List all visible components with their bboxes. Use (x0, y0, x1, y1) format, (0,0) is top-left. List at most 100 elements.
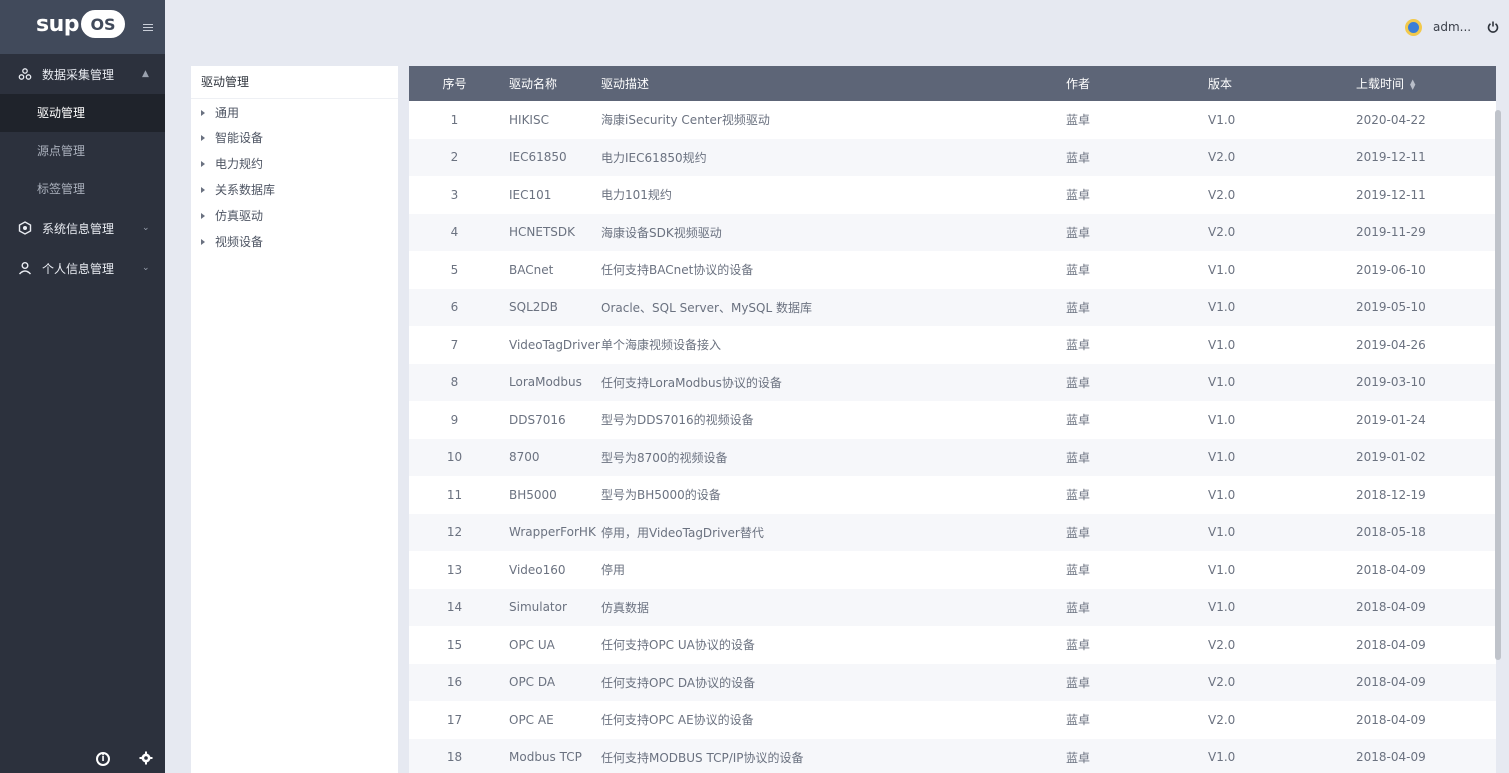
cell-description: 型号为DDS7016的视频设备 (601, 413, 754, 428)
cell-description: 型号为BH5000的设备 (601, 488, 721, 503)
table-row[interactable]: 16 OPC DA 任何支持OPC DA协议的设备 蓝卓 V2.0 2018-04-09 (409, 663, 1496, 701)
cell-index: 7 (450, 337, 459, 352)
table-row[interactable]: 12 WrapperForHK 停用，用VideoTagDriver替代 蓝卓 V1.0… (409, 513, 1496, 551)
cell-author: 蓝卓 (1066, 675, 1091, 690)
sidebar-item-source-management[interactable]: 源点管理 (0, 132, 165, 170)
tree-item[interactable]: 仿真驱动 (191, 203, 398, 229)
cell-author: 蓝卓 (1066, 713, 1091, 728)
logo-os: OS (81, 10, 126, 38)
cell-description: 任何支持LoraModbus协议的设备 (601, 375, 782, 390)
table-row[interactable]: 18 Modbus TCP 任何支持MODBUS TCP/IP协议的设备 蓝卓 V1.0… (409, 738, 1496, 773)
menu-group-data-collection[interactable]: 数据采集管理 ▲ (0, 54, 165, 94)
cell-version: V1.0 (1208, 562, 1236, 577)
cell-version: V1.0 (1208, 375, 1236, 390)
cell-author: 蓝卓 (1066, 225, 1091, 240)
tree-item[interactable]: 电力规约 (191, 151, 398, 177)
tree-item[interactable]: 通用 (191, 101, 398, 125)
sidebar-item-tag-management[interactable]: 标签管理 (0, 170, 165, 208)
caret-right-icon (201, 239, 205, 245)
tree-item-label: 智能设备 (215, 131, 264, 145)
menu-group-personal-info[interactable]: 个人信息管理 ⌄ (0, 248, 165, 288)
cell-author: 蓝卓 (1066, 488, 1091, 503)
chevron-down-icon: ⌄ (142, 223, 150, 233)
column-header-description: 驱动描述 (601, 77, 650, 91)
tree-item-label: 仿真驱动 (215, 209, 264, 223)
cell-author: 蓝卓 (1066, 413, 1091, 428)
cell-version: V1.0 (1208, 450, 1236, 465)
cell-author: 蓝卓 (1066, 450, 1091, 465)
table-row[interactable]: 10 8700 型号为8700的视频设备 蓝卓 V1.0 2019-01-02 (409, 438, 1496, 476)
table-row[interactable]: 6 SQL2DB Oracle、SQL Server、MySQL 数据库 蓝卓 V1.0… (409, 288, 1496, 326)
username[interactable]: adm... (1433, 20, 1471, 34)
cell-version: V2.0 (1208, 637, 1236, 652)
table-row[interactable]: 3 IEC101 电力101规约 蓝卓 V2.0 2019-12-11 (409, 176, 1496, 214)
logo: sup OS (36, 10, 126, 38)
table-row[interactable]: 8 LoraModbus 任何支持LoraModbus协议的设备 蓝卓 V1.0 2019… (409, 363, 1496, 401)
gear-icon[interactable] (139, 751, 153, 765)
table-row[interactable]: 14 Simulator 仿真数据 蓝卓 V1.0 2018-04-09 (409, 588, 1496, 626)
logo-text: sup (36, 11, 80, 37)
cell-version: V1.0 (1208, 487, 1236, 502)
cell-author: 蓝卓 (1066, 150, 1091, 165)
table-row[interactable]: 17 OPC AE 任何支持OPC AE协议的设备 蓝卓 V2.0 2018-04-09 (409, 701, 1496, 739)
table-row[interactable]: 5 BACnet 任何支持BACnet协议的设备 蓝卓 V1.0 2019-06-10 (409, 251, 1496, 289)
caret-right-icon (201, 187, 205, 193)
power-icon[interactable] (1487, 21, 1499, 33)
cell-name: HCNETSDK (509, 225, 576, 240)
sidebar: sup OS 数据采集管理 ▲ 驱动管理 源点管理 标签管理 系统信息管理 ⌄ … (0, 0, 165, 773)
cell-name: BH5000 (509, 487, 557, 502)
cell-index: 1 (450, 112, 459, 127)
table-row[interactable]: 1 HIKISC 海康iSecurity Center视频驱动 蓝卓 V1.0 2020-… (409, 101, 1496, 139)
caret-right-icon (201, 161, 205, 167)
hexagon-icon (18, 221, 32, 235)
cell-index: 4 (450, 225, 459, 240)
cell-upload-time: 2019-03-10 (1356, 375, 1426, 390)
column-header-name: 驱动名称 (509, 77, 558, 91)
cell-version: V1.0 (1208, 525, 1236, 540)
cell-name: LoraModbus (509, 375, 582, 390)
tree-item[interactable]: 视频设备 (191, 229, 398, 255)
cell-upload-time: 2019-12-11 (1356, 187, 1426, 202)
cell-upload-time: 2019-06-10 (1356, 262, 1426, 277)
collapse-menu-icon[interactable] (143, 24, 153, 34)
avatar[interactable] (1405, 19, 1422, 36)
cell-upload-time: 2019-01-02 (1356, 450, 1426, 465)
cell-author: 蓝卓 (1066, 188, 1091, 203)
tree-item[interactable]: 关系数据库 (191, 177, 398, 203)
cell-name: IEC61850 (509, 150, 567, 165)
cell-upload-time: 2019-11-29 (1356, 225, 1426, 240)
nodes-icon (18, 67, 32, 81)
cell-index: 17 (446, 712, 463, 727)
scrollbar[interactable] (1495, 110, 1501, 660)
info-icon[interactable]: i (96, 752, 110, 766)
sort-icon[interactable]: ▲ ▼ (1410, 78, 1415, 90)
cell-index: 13 (446, 562, 463, 577)
cell-author: 蓝卓 (1066, 113, 1091, 128)
cell-author: 蓝卓 (1066, 638, 1091, 653)
caret-right-icon (201, 135, 205, 141)
sidebar-item-driver-management[interactable]: 驱动管理 (0, 94, 165, 132)
tree-item-label: 视频设备 (215, 235, 264, 249)
table-row[interactable]: 11 BH5000 型号为BH5000的设备 蓝卓 V1.0 2018-12-19 (409, 476, 1496, 514)
table-row[interactable]: 9 DDS7016 型号为DDS7016的视频设备 蓝卓 V1.0 2019-01-24 (409, 401, 1496, 439)
cell-author: 蓝卓 (1066, 375, 1091, 390)
cell-index: 12 (446, 525, 463, 540)
cell-name: Modbus TCP (509, 750, 582, 765)
column-header-upload-time[interactable]: 上载时间 ▲ ▼ (1351, 75, 1496, 92)
menu-group-system-info[interactable]: 系统信息管理 ⌄ (0, 208, 165, 248)
cell-version: V1.0 (1208, 750, 1236, 765)
cell-upload-time: 2018-05-18 (1356, 525, 1426, 540)
table-row[interactable]: 15 OPC UA 任何支持OPC UA协议的设备 蓝卓 V2.0 2018-04-09 (409, 626, 1496, 664)
cell-index: 11 (446, 487, 463, 502)
cell-author: 蓝卓 (1066, 263, 1091, 278)
cell-author: 蓝卓 (1066, 525, 1091, 540)
column-header-author: 作者 (1066, 77, 1091, 91)
table-row[interactable]: 7 VideoTagDriver 单个海康视频设备接入 蓝卓 V1.0 2019-04-2… (409, 326, 1496, 364)
tree-item[interactable]: 智能设备 (191, 125, 398, 151)
table-row[interactable]: 2 IEC61850 电力IEC61850规约 蓝卓 V2.0 2019-12-11 (409, 138, 1496, 176)
table-header: 序号 驱动名称 驱动描述 作者 版本 上载时间 ▲ ▼ (409, 66, 1496, 101)
table-row[interactable]: 13 Video160 停用 蓝卓 V1.0 2018-04-09 (409, 551, 1496, 589)
menu-group-label: 个人信息管理 (42, 261, 115, 276)
cell-name: Video160 (509, 562, 566, 577)
table-row[interactable]: 4 HCNETSDK 海康设备SDK视频驱动 蓝卓 V2.0 2019-11-29 (409, 213, 1496, 251)
